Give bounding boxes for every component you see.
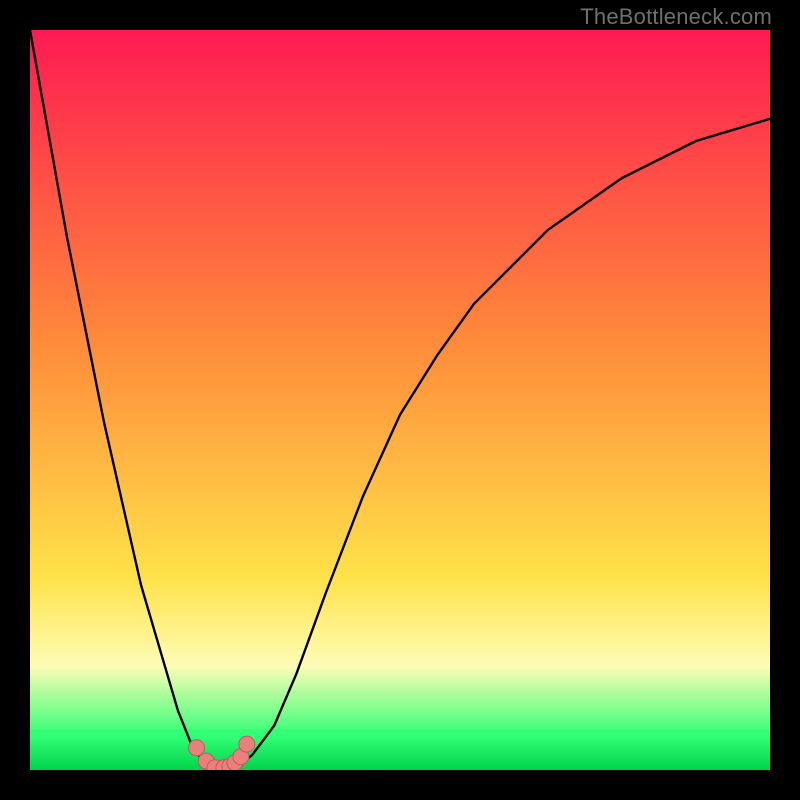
plot-area <box>30 30 770 770</box>
green-accent-band <box>30 729 770 738</box>
marker-point <box>189 740 205 756</box>
marker-point <box>239 736 255 752</box>
chart-frame: TheBottleneck.com <box>0 0 800 800</box>
chart-svg <box>30 30 770 770</box>
gradient-background <box>30 30 770 770</box>
watermark-text: TheBottleneck.com <box>580 4 772 30</box>
